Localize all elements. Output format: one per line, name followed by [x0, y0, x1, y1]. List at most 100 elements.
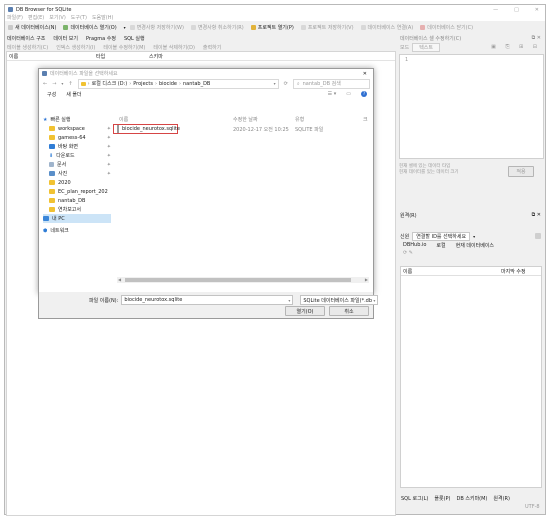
view-options-icon[interactable]: ☰ ▾: [328, 91, 337, 97]
sidebar-item-ec-plan[interactable]: EC_plan_report_202: [43, 187, 111, 196]
refresh-icon[interactable]: ⟳: [284, 81, 288, 87]
search-input[interactable]: nantab_DB 검색: [303, 80, 341, 87]
folder-icon: [49, 189, 55, 194]
sidebar-item-desktop[interactable]: 바탕 화면 ✦: [43, 142, 111, 151]
cell-editor[interactable]: 1: [399, 54, 544, 159]
tab-edit-pragmas[interactable]: Pragma 수정: [86, 35, 116, 42]
edit-cell-header: 데이터베이스 셀 수정하기(C) ⧉ ✕: [400, 35, 541, 42]
create-table-button[interactable]: 테이블 생성하기(C): [7, 44, 48, 51]
tab-execute-sql[interactable]: SQL 실행: [124, 35, 145, 42]
sidebar-item-gamess[interactable]: gamess-64 ✦: [43, 133, 111, 142]
tab-remote[interactable]: 원격(R): [493, 495, 510, 502]
help-icon[interactable]: ?: [361, 91, 367, 97]
structure-toolbar: 테이블 생성하기(C) 인덱스 생성하기(I) 테이블 수정하기(M) 테이블 …: [7, 43, 397, 51]
sidebar-item-annual-report[interactable]: 연차보고서: [43, 205, 111, 214]
file-type-filter[interactable]: SQLite 데이터베이스 파일(*.db ▾: [300, 295, 379, 305]
sidebar-item-2020[interactable]: 2020: [43, 178, 111, 187]
filename-dropdown-icon[interactable]: ▾: [288, 298, 290, 303]
breadcrumb[interactable]: › 로컬 디스크 (D:) › Projects › biocide › nantab…: [77, 78, 279, 89]
create-index-button[interactable]: 인덱스 생성하기(I): [56, 44, 95, 51]
preview-pane-icon[interactable]: ▭: [346, 91, 351, 97]
back-icon[interactable]: ←: [43, 81, 47, 87]
modify-table-button[interactable]: 테이블 수정하기(M): [103, 44, 145, 51]
save-project-icon: [300, 24, 306, 30]
tab-current-database[interactable]: 현재 데이터베이스: [456, 242, 494, 249]
undock-icon[interactable]: ⧉ ✕: [532, 35, 541, 41]
remote-settings-icon[interactable]: [535, 233, 541, 239]
sidebar-item-pictures[interactable]: 사진 ✦: [43, 169, 111, 178]
open-file-dialog: 데이터베이스 파일을 선택하세요 ✕ ← → ▾ ↑ › 로컬 디스크 (D:)…: [38, 68, 374, 294]
menu-edit[interactable]: 편집(E): [28, 14, 44, 21]
close-window-button[interactable]: ✕: [535, 7, 539, 13]
new-folder-button[interactable]: 새 폴더: [66, 91, 81, 98]
file-date: 2020-12-17 오전 10:25: [233, 126, 289, 133]
tab-plot[interactable]: 플롯(P): [434, 495, 450, 502]
up-icon[interactable]: ↑: [68, 81, 72, 87]
scroll-right-icon[interactable]: ▶: [365, 277, 368, 282]
filter-dropdown-icon[interactable]: ▾: [373, 298, 375, 303]
write-changes-button[interactable]: 변경사항 저장하기(W): [129, 24, 184, 31]
forward-icon[interactable]: →: [52, 81, 56, 87]
menu-view[interactable]: 보기(V): [49, 14, 66, 21]
remote-panel: 원격(R) ⧉ ✕ 신원 연결할 ID를 선택하세요 ▾ DBHub.io 로컬…: [397, 211, 544, 491]
new-database-button[interactable]: 새 데이터베이스(N): [8, 24, 56, 31]
open-database-dropdown-icon[interactable]: ▾: [124, 25, 126, 30]
recent-dropdown-icon[interactable]: ▾: [61, 81, 63, 86]
horizontal-scrollbar[interactable]: ◀ ▶: [117, 277, 369, 283]
close-database-button[interactable]: 데이터베이스 닫기(C): [420, 24, 473, 31]
structure-header: 이름 타입 스키마: [7, 52, 395, 61]
apply-button[interactable]: 적용: [508, 166, 534, 177]
search-box[interactable]: ⌕ nantab_DB 검색: [292, 78, 370, 89]
menu-tools[interactable]: 도구(T): [71, 14, 87, 21]
remote-list[interactable]: 이름 마지막 수정: [400, 266, 542, 488]
column-date-modified[interactable]: 수정한 날짜: [233, 116, 258, 123]
identity-select[interactable]: 연결할 ID를 선택하세요: [412, 231, 471, 241]
remote-panel-controls[interactable]: ⧉ ✕: [532, 212, 541, 218]
identity-dropdown-icon[interactable]: ▾: [473, 234, 475, 239]
write-changes-icon: [129, 24, 135, 30]
sidebar-item-downloads[interactable]: ⬇ 다운로드 ✦: [43, 151, 111, 160]
menu-file[interactable]: 파일(F): [7, 14, 23, 21]
open-button[interactable]: 열기(O): [285, 306, 325, 316]
tab-sql-log[interactable]: SQL 로그(L): [401, 495, 428, 502]
scroll-thumb[interactable]: [125, 278, 351, 282]
tab-database-structure[interactable]: 데이터베이스 구조: [7, 35, 45, 42]
sidebar-item-this-pc[interactable]: 내 PC: [43, 214, 111, 223]
dialog-close-button[interactable]: ✕: [363, 71, 367, 77]
path-dropdown-icon[interactable]: ▾: [274, 81, 276, 86]
sidebar-item-workspace[interactable]: workspace ✦: [43, 124, 111, 133]
menu-help[interactable]: 도움말(H): [92, 14, 113, 21]
tab-db-schema[interactable]: DB 스키마(M): [457, 495, 488, 502]
organize-button[interactable]: 구성: [47, 91, 56, 98]
attach-database-button[interactable]: 데이터베이스 연결(A): [360, 24, 413, 31]
app-title: DB Browser for SQLite: [16, 6, 72, 13]
cancel-button[interactable]: 취소: [329, 306, 369, 316]
delete-table-button[interactable]: 테이블 삭제하기(D): [153, 44, 195, 51]
revert-changes-button[interactable]: 변경사항 취소하기(R): [190, 24, 244, 31]
sidebar-item-quick-access[interactable]: ★ 빠른 실행: [43, 115, 111, 124]
minimize-button[interactable]: —: [493, 7, 498, 13]
file-row[interactable]: biocide_neurotox.sqlite 2020-12-17 오전 10…: [113, 124, 371, 134]
save-project-button[interactable]: 프로젝트 저장하기(V): [300, 24, 354, 31]
tab-dbhub[interactable]: DBHub.io: [403, 242, 426, 248]
sidebar-item-nantab-db[interactable]: nantab_DB: [43, 196, 111, 205]
desktop-icon: [49, 144, 55, 149]
open-database-button[interactable]: 데이터베이스 열기(O): [63, 24, 117, 31]
tab-local[interactable]: 로컬: [436, 242, 445, 249]
tab-browse-data[interactable]: 데이터 보기: [53, 35, 78, 42]
sidebar-item-documents[interactable]: 문서 ✦: [43, 160, 111, 169]
filename-input[interactable]: biocide_neurotox.sqlite ▾: [121, 295, 294, 305]
print-button[interactable]: 출력하기: [203, 44, 221, 51]
column-size[interactable]: 크: [363, 116, 368, 123]
sidebar-item-network[interactable]: ⬢ 네트워크: [43, 226, 111, 235]
scroll-left-icon[interactable]: ◀: [118, 277, 121, 282]
open-project-button[interactable]: 프로젝트 열기(P): [250, 24, 294, 31]
remote-tool-icons[interactable]: ⟳ ✎: [397, 249, 544, 256]
file-name-cell[interactable]: biocide_neurotox.sqlite: [113, 124, 180, 134]
maximize-button[interactable]: □: [514, 7, 519, 13]
column-name[interactable]: 이름: [119, 116, 128, 123]
file-list[interactable]: 이름 수정한 날짜 유형 크 biocide_neurotox.sqlite 2…: [113, 115, 371, 265]
edit-cell-tool-icons[interactable]: ▣ ⎘ ⊞ ⊟: [491, 44, 541, 50]
column-type[interactable]: 유형: [295, 116, 304, 123]
mode-select[interactable]: 텍스트: [412, 42, 441, 52]
